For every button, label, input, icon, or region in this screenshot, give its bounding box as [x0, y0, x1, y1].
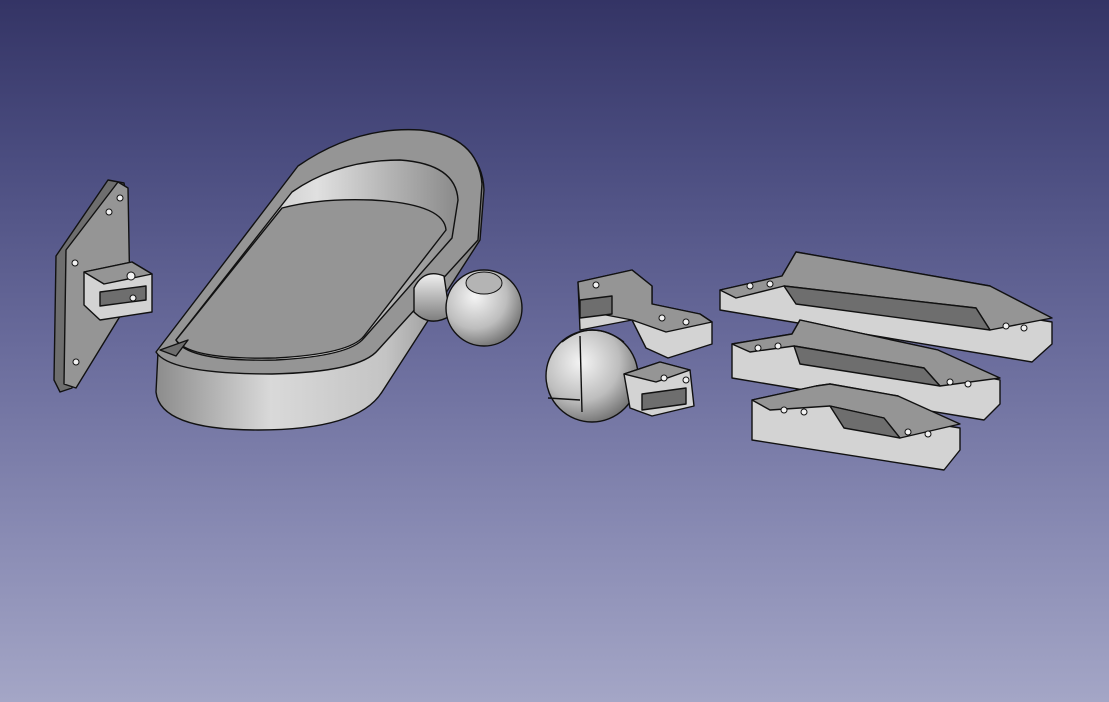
socket-cap-assembly[interactable]	[545, 269, 713, 423]
wall-mount-plate[interactable]	[53, 179, 153, 393]
3d-viewport[interactable]	[0, 0, 1109, 702]
cad-scene[interactable]	[0, 0, 1109, 702]
ball-joint[interactable]	[445, 269, 523, 347]
oval-ring-bracket[interactable]	[155, 128, 485, 431]
